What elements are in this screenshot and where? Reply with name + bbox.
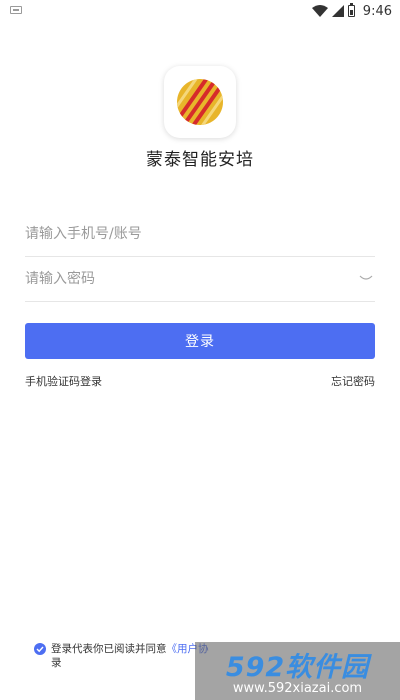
battery-icon (347, 3, 355, 17)
account-input[interactable] (25, 212, 345, 256)
watermark: 592软件园 www.592xiazai.com (195, 642, 400, 700)
watermark-logo: 592软件园 (225, 652, 370, 683)
status-time: 9:46 (362, 3, 392, 19)
app-logo (164, 66, 236, 138)
eye-closed-icon[interactable] (359, 273, 373, 283)
password-input[interactable] (25, 257, 345, 301)
account-field (25, 212, 375, 257)
login-button[interactable]: 登录 (25, 323, 375, 359)
agreement-prefix: 登录代表你已阅读并同意 (51, 643, 167, 655)
signal-icon (331, 5, 344, 17)
striped-ball-logo-icon (177, 79, 223, 125)
app-name: 蒙泰智能安培 (146, 150, 254, 170)
watermark-url: www.592xiazai.com (232, 681, 363, 696)
status-bar: 9:46 (0, 0, 400, 22)
forgot-password-link[interactable]: 忘记密码 (331, 373, 375, 389)
wifi-icon (311, 5, 328, 17)
password-field (25, 257, 375, 302)
checkbox-checked-icon[interactable] (34, 643, 46, 655)
status-icons: 9:46 (311, 2, 392, 20)
agreement-suffix: 录 (51, 657, 62, 669)
notification-icon (10, 6, 22, 14)
sms-login-link[interactable]: 手机验证码登录 (25, 373, 102, 389)
